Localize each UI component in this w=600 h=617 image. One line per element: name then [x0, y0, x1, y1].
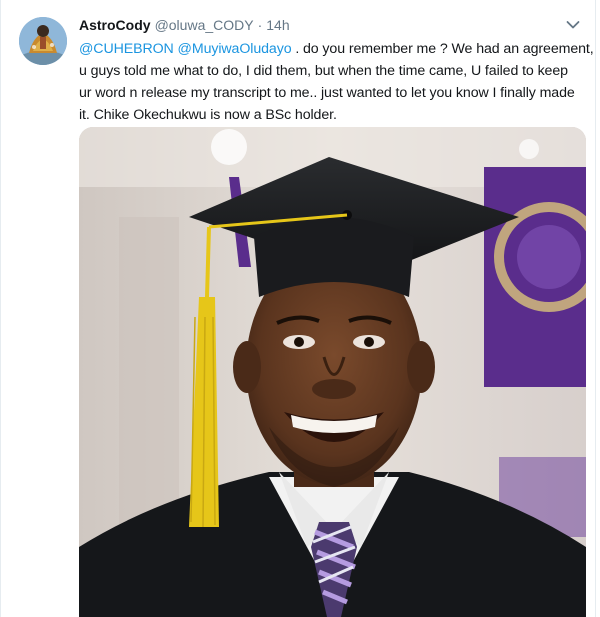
avatar-image — [19, 17, 67, 65]
mention-muyiwaoludayo[interactable]: @MuyiwaOludayo — [178, 41, 292, 57]
tweet-text-line-1: @CUHEBRON @MuyiwaOludayo . do you rememb… — [79, 38, 594, 60]
chevron-down-icon[interactable] — [566, 20, 580, 30]
user-handle[interactable]: @oluwa_CODY — [155, 17, 254, 33]
avatar[interactable] — [19, 17, 67, 65]
mention-cuhebron[interactable]: @CUHEBRON — [79, 41, 174, 57]
tweet-header: AstroCody @oluwa_CODY · 14h — [79, 17, 290, 37]
separator-dot: · — [257, 17, 263, 33]
graduation-photo — [79, 127, 586, 617]
tweet-text-line-2: u guys told me what to do, I did them, b… — [79, 63, 568, 79]
tweet-text-line-4: it. Chike Okechukwu is now a BSc holder. — [79, 107, 337, 123]
timestamp[interactable]: 14h — [266, 17, 289, 33]
tweet-photo[interactable] — [79, 127, 586, 617]
tweet-card[interactable]: AstroCody @oluwa_CODY · 14h @CUHEBRON @M… — [0, 0, 596, 617]
tweet-text-line-3: ur word n release my transcript to me.. … — [79, 85, 575, 101]
display-name[interactable]: AstroCody — [79, 17, 151, 33]
tweet-text-line-1-rest: . do you remember me ? We had an agreeme… — [295, 41, 594, 57]
tweet-text: @CUHEBRON @MuyiwaOludayo . do you rememb… — [79, 38, 594, 126]
